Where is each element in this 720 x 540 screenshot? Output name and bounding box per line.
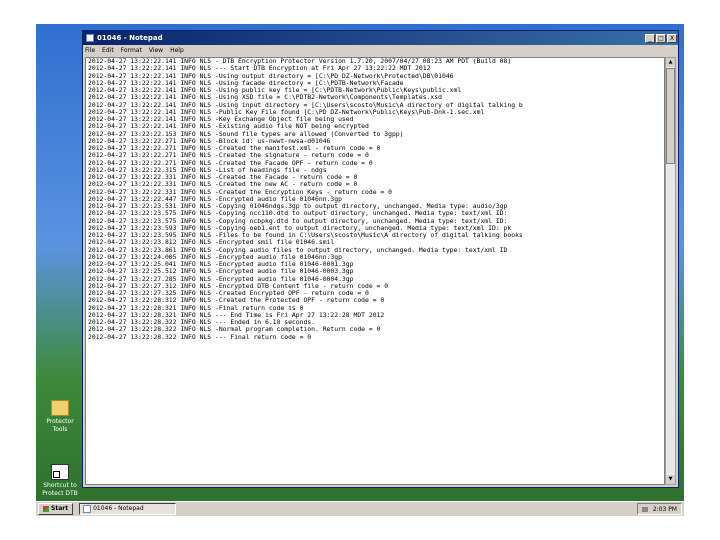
text-editor[interactable]: 2012-04-27 13:22:22.141 INFO NLS - DTB E… — [85, 57, 665, 485]
log-line: 2012-04-27 13:22:22.331 INFO NLS -Create… — [88, 174, 358, 181]
log-line: 2012-04-27 13:22:22.331 INFO NLS -Create… — [88, 188, 392, 196]
log-line: 2012-04-27 13:22:24.005 INFO NLS -Encryp… — [88, 253, 342, 261]
log-line: 2012-04-27 13:22:27.285 INFO NLS -Encryp… — [88, 275, 354, 283]
desktop-icon-label: Shortcut to Protect DTB — [42, 482, 78, 497]
menu-format[interactable]: Format — [121, 45, 142, 56]
desktop-icon-label: Protector Tools — [46, 418, 74, 433]
taskbar: Start 01046 - Notepad 2:03 PM — [36, 501, 684, 516]
menu-bar: File Edit Format View Help — [83, 45, 678, 56]
log-line: 2012-04-27 13:22:23.531 INFO NLS -Copyin… — [88, 203, 508, 210]
log-line: 2012-04-27 13:22:22.331 INFO NLS -Create… — [88, 181, 358, 189]
window-title: 01046 - Notepad — [97, 34, 163, 42]
log-line: 2012-04-27 13:22:22.141 INFO NLS -Using … — [88, 72, 454, 80]
minimize-button[interactable]: _ — [645, 33, 655, 43]
log-line: 2012-04-27 13:22:22.141 INFO NLS -Using … — [88, 87, 462, 94]
scroll-up-arrow-icon[interactable]: ▲ — [666, 58, 675, 67]
taskbar-notepad-button[interactable]: 01046 - Notepad — [79, 503, 177, 515]
notepad-icon — [86, 34, 94, 42]
log-line: 2012-04-27 13:22:28.321 INFO NLS -Final … — [88, 304, 304, 312]
log-line: 2012-04-27 13:22:23.575 INFO NLS -Copyin… — [88, 210, 508, 218]
scroll-down-arrow-icon[interactable]: ▼ — [666, 475, 675, 484]
log-line: 2012-04-27 13:22:25.512 INFO NLS -Encryp… — [88, 268, 354, 276]
menu-file[interactable]: File — [85, 45, 95, 56]
log-line: 2012-04-27 13:22:22.271 INFO NLS -Create… — [88, 159, 373, 167]
log-line: 2012-04-27 13:22:22.271 INFO NLS -Block … — [88, 137, 331, 145]
log-line: 2012-04-27 13:22:28.321 INFO NLS --- End… — [88, 311, 385, 319]
log-line: 2012-04-27 13:22:22.447 INFO NLS -Encryp… — [88, 195, 342, 203]
log-line: 2012-04-27 13:22:25.041 INFO NLS -Encryp… — [88, 261, 354, 268]
log-line: 2012-04-27 13:22:28.322 INFO NLS --- Fin… — [88, 333, 312, 341]
log-line: 2012-04-27 13:22:23.812 INFO NLS -Encryp… — [88, 239, 335, 247]
log-line: 2012-04-27 13:22:27.312 INFO NLS -Encryp… — [88, 282, 389, 290]
taskbar-notepad-label: 01046 - Notepad — [93, 505, 144, 512]
log-line: 2012-04-27 13:22:22.271 INFO NLS -Create… — [88, 145, 381, 152]
title-bar[interactable]: 01046 - Notepad _ □ X — [83, 31, 678, 45]
start-label: Start — [51, 505, 69, 512]
log-line: 2012-04-27 13:22:23.861 INFO NLS -Copyin… — [88, 246, 508, 254]
log-line: 2012-04-27 13:22:23.575 INFO NLS -Copyin… — [88, 217, 508, 225]
close-button[interactable]: X — [667, 33, 677, 43]
log-line: 2012-04-27 13:22:22.141 INFO NLS -Using … — [88, 79, 404, 87]
shortcut-icon — [51, 464, 69, 480]
notepad-icon — [83, 505, 92, 513]
scroll-thumb[interactable] — [666, 68, 675, 164]
log-line: 2012-04-27 13:22:27.325 INFO NLS -Create… — [88, 290, 369, 297]
log-line: 2012-04-27 13:22:28.322 INFO NLS --- End… — [88, 319, 316, 326]
log-line: 2012-04-27 13:22:22.153 INFO NLS -Sound … — [88, 130, 404, 138]
maximize-button[interactable]: □ — [656, 33, 666, 43]
log-line: 2012-04-27 13:22:22.141 INFO NLS - DTB E… — [88, 58, 512, 65]
windows-logo-icon — [43, 506, 49, 512]
log-line: 2012-04-27 13:22:23.595 INFO NLS -Files … — [88, 232, 523, 239]
log-line: 2012-04-27 13:22:28.322 INFO NLS -Normal… — [88, 326, 381, 334]
log-line: 2012-04-27 13:22:22.141 INFO NLS -Using … — [88, 101, 523, 109]
log-line: 2012-04-27 13:22:22.141 INFO NLS -Using … — [88, 94, 442, 102]
log-line: 2012-04-27 13:22:22.141 INFO NLS -Public… — [88, 108, 485, 116]
log-line: 2012-04-27 13:22:22.315 INFO NLS -List o… — [88, 166, 327, 174]
log-line: 2012-04-27 13:22:28.312 INFO NLS -Create… — [88, 297, 385, 305]
desktop: Protector Tools Shortcut to Protect DTB … — [36, 24, 684, 516]
system-tray: 2:03 PM — [636, 503, 682, 515]
log-line: 2012-04-27 13:22:22.271 INFO NLS -Create… — [88, 152, 369, 160]
desktop-icon-protector-tools[interactable]: Protector Tools — [38, 400, 82, 434]
menu-help[interactable]: Help — [170, 45, 184, 56]
log-line: 2012-04-27 13:22:23.593 INFO NLS -Copyin… — [88, 224, 512, 232]
notepad-window: 01046 - Notepad _ □ X File Edit Format V… — [82, 30, 679, 488]
log-line: 2012-04-27 13:22:22.141 INFO NLS -Existi… — [88, 123, 369, 131]
network-icon[interactable] — [641, 506, 648, 512]
desktop-icon-protect-dtb-shortcut[interactable]: Shortcut to Protect DTB — [38, 464, 82, 498]
vertical-scrollbar[interactable]: ▲ ▼ — [665, 57, 676, 485]
menu-view[interactable]: View — [149, 45, 163, 56]
log-line: 2012-04-27 13:22:22.141 INFO NLS -Key Ex… — [88, 116, 354, 123]
log-line: 2012-04-27 13:22:22.141 INFO NLS --- Sta… — [88, 65, 431, 73]
menu-edit[interactable]: Edit — [102, 45, 114, 56]
start-button[interactable]: Start — [38, 503, 74, 515]
clock: 2:03 PM — [652, 505, 677, 513]
folder-icon — [51, 400, 69, 416]
